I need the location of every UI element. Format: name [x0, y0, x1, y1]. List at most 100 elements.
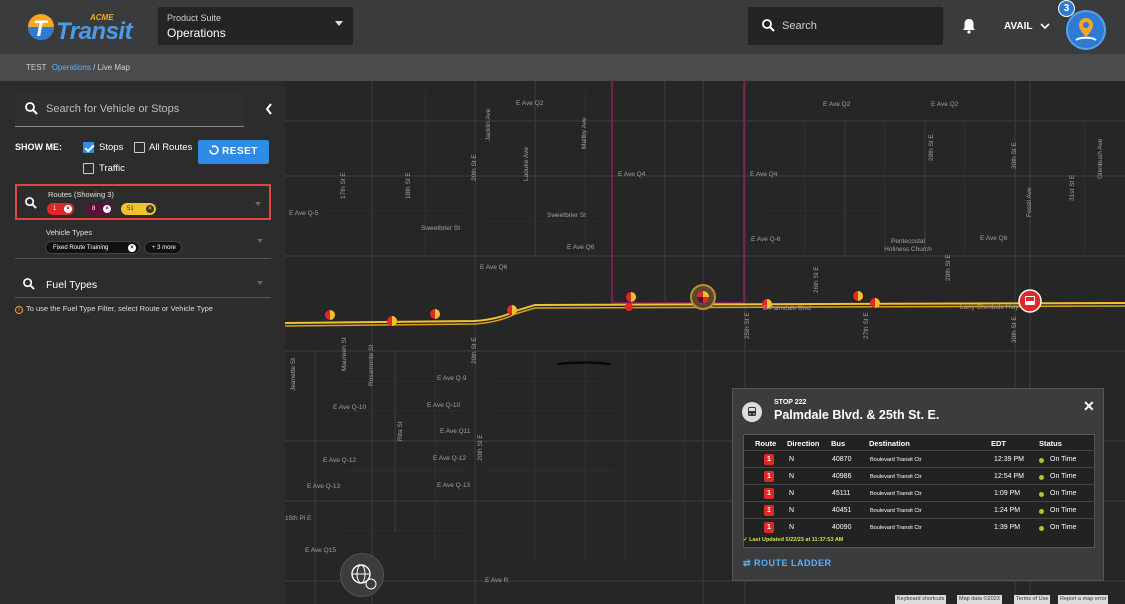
status-dot [1039, 458, 1044, 463]
route-chip-51[interactable]: 51 × [121, 203, 156, 215]
product-suite-label: Product Suite [167, 13, 222, 23]
edt-cell: 12:39 PM [994, 456, 1024, 463]
chevron-down-icon[interactable] [1040, 22, 1050, 30]
edt-cell: 1:39 PM [994, 524, 1021, 531]
street-label: Laduke Ave [523, 147, 530, 181]
street-label: E Ave Q2 [931, 101, 959, 108]
search-icon [762, 19, 775, 32]
avatar[interactable] [1066, 10, 1106, 50]
sidebar: Search for Vehicle or Stops SHOW ME: Sto… [0, 81, 285, 604]
direction-cell: N [789, 524, 795, 531]
street-label: 27th St E [863, 312, 870, 339]
remove-chip-icon[interactable]: × [128, 244, 136, 252]
remove-chip-icon[interactable]: × [146, 205, 154, 213]
breadcrumb-operations-link[interactable]: Operations [52, 63, 91, 72]
acme-transit-logo[interactable]: T ACME Transit [28, 10, 138, 46]
street-label: 17th St E [340, 172, 347, 199]
table-row[interactable]: 1 N 40090 Boulevard Transit Ctr 1:39 PM … [744, 518, 1096, 535]
search-icon [23, 278, 35, 290]
street-label: 26th St E [813, 266, 820, 293]
street-label: E Ave Q-12 [323, 457, 357, 464]
fuel-types-filter[interactable]: Fuel Types [15, 268, 271, 298]
route-badge: 1 [764, 471, 774, 482]
vehicle-type-chip-label: Fixed Route Training [53, 245, 109, 251]
direction-cell: N [789, 473, 795, 480]
route-ladder-label: ROUTE LADDER [754, 558, 832, 568]
street-label: 20th St E [471, 337, 478, 364]
street-label: E Palmdale Blvd [763, 305, 811, 312]
table-row[interactable]: 1 N 40451 Boulevard Transit Ctr 1:24 PM … [744, 501, 1096, 518]
edt-cell: 1:24 PM [994, 507, 1021, 514]
column-header: Direction [787, 439, 820, 448]
street-label: E Ave R [485, 577, 509, 584]
bell-icon[interactable] [962, 18, 976, 34]
edt-cell: 1:09 PM [994, 490, 1021, 497]
street-label: E Ave Q-10 [427, 402, 461, 409]
reset-button[interactable]: RESET [198, 140, 269, 164]
table-row[interactable]: 1 N 45111 Boulevard Transit Ctr 1:09 PM … [744, 484, 1096, 501]
all-routes-label: All Routes [149, 142, 193, 153]
global-search-input[interactable]: Search [748, 7, 943, 45]
street-label: Fossil Ave [1026, 187, 1033, 217]
map-pin-icon [1075, 18, 1097, 41]
direction-cell: N [789, 507, 795, 514]
product-suite-value: Operations [167, 26, 226, 40]
breadcrumb-separator: / [93, 63, 96, 72]
column-header: Status [1039, 439, 1062, 448]
street-label: E Ave Q-9 [437, 375, 467, 382]
route-chip-label: 51 [127, 206, 134, 212]
remove-chip-icon[interactable]: × [64, 205, 72, 213]
street-label: Jacklin Ave [485, 108, 492, 141]
street-label: E Ave Q-10 [333, 404, 367, 411]
vehicle-types-more-chip[interactable]: + 3 more [144, 241, 182, 254]
vehicle-types-title: Vehicle Types [46, 228, 93, 237]
terms-of-use-link[interactable]: Terms of Use [1014, 595, 1051, 604]
bus-cell: 40451 [832, 507, 852, 514]
street-label: E Ave Q6 [567, 244, 595, 251]
traffic-checkbox[interactable] [83, 163, 94, 174]
table-row[interactable]: 1 N 40870 Boulevard Transit Ctr 12:39 PM… [744, 450, 1096, 467]
route-chip-8[interactable]: 8 × [86, 203, 113, 215]
vehicle-types-filter[interactable]: Vehicle Types Fixed Route Training × + 3 … [15, 223, 271, 259]
chevron-down-icon [257, 281, 263, 285]
report-map-error-link[interactable]: Report a map error [1058, 595, 1109, 604]
map-rotate-control[interactable] [340, 553, 384, 597]
bus-cell: 40986 [832, 473, 852, 480]
keyboard-shortcuts-link[interactable]: Keyboard shortcuts [895, 595, 947, 604]
table-row[interactable]: 1 N 40986 Boulevard Transit Ctr 12:54 PM… [744, 467, 1096, 484]
column-header: EDT [991, 439, 1006, 448]
stops-checkbox[interactable] [83, 142, 94, 153]
column-header: Route [755, 439, 777, 448]
route-ladder-link[interactable]: ⇄ ROUTE LADDER [743, 558, 832, 569]
all-routes-checkbox[interactable] [134, 142, 145, 153]
route-badge: 1 [764, 505, 774, 516]
route-badge: 1 [764, 488, 774, 499]
destination-cell: Boulevard Transit Ctr [870, 491, 922, 497]
stop-name: Palmdale Blvd. & 25th St. E. [774, 408, 940, 422]
bus-icon [742, 402, 762, 422]
chevron-down-icon [257, 239, 263, 243]
street-label: 20th St E [477, 434, 484, 461]
breadcrumb: TEST Operations / Live Map [26, 63, 130, 72]
edt-cell: 12:54 PM [994, 473, 1024, 480]
route-chip-1[interactable]: 1 × [47, 203, 74, 215]
routes-filter-title: Routes (Showing 3) [48, 190, 114, 199]
vehicle-stop-search-input[interactable]: Search for Vehicle or Stops [15, 93, 244, 127]
user-menu-label[interactable]: AVAIL [1004, 21, 1033, 32]
globe-icon [351, 564, 377, 590]
search-icon [25, 197, 37, 209]
vehicle-type-chip[interactable]: Fixed Route Training × [45, 241, 140, 254]
product-suite-select[interactable]: Product Suite Operations [158, 7, 353, 45]
route-chip-label: 1 [53, 206, 57, 212]
status-cell: On Time [1050, 456, 1077, 463]
top-bar: T ACME Transit Product Suite Operations … [0, 0, 1125, 54]
collapse-sidebar-chevron-icon[interactable] [265, 103, 273, 115]
route-badge: 1 [764, 454, 774, 465]
close-icon[interactable]: ✕ [1083, 398, 1095, 415]
remove-chip-icon[interactable]: × [103, 205, 111, 213]
routes-filter[interactable]: Routes (Showing 3) 1 × 8 × 51 × [15, 184, 271, 220]
destination-cell: Boulevard Transit Ctr [870, 508, 922, 514]
street-label: E Ave Q-5 [289, 210, 319, 217]
street-label: E Ave Q-6 [751, 236, 781, 243]
status-cell: On Time [1050, 507, 1077, 514]
